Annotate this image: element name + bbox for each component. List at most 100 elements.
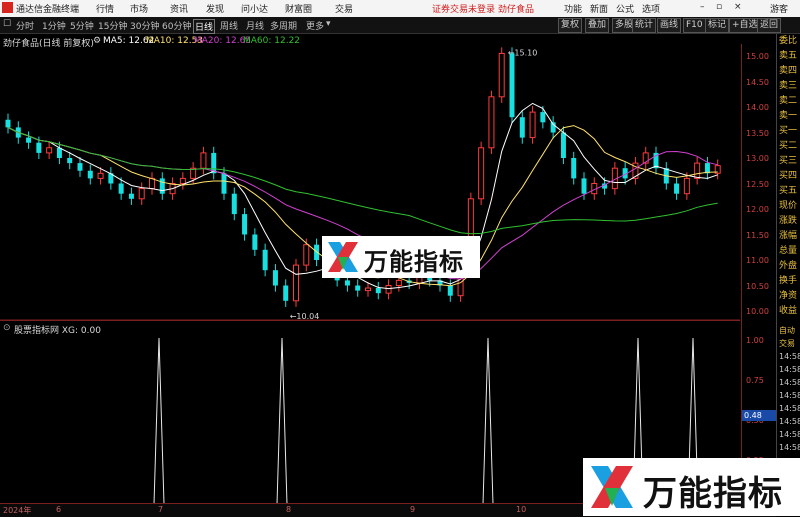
xg-signal-spike — [276, 337, 288, 504]
candle-body — [385, 285, 392, 294]
candle-body — [179, 177, 186, 184]
xg-signal-spike — [153, 337, 165, 504]
user-label[interactable]: 游客 — [770, 2, 788, 15]
price-axis-label: 12.00 — [746, 205, 769, 214]
date-label-9: 9 — [410, 505, 416, 514]
candle-body — [77, 163, 83, 171]
menu-wenxiaoda[interactable]: 问小达 — [241, 2, 268, 15]
candle-body — [694, 162, 701, 179]
lower-side-label: 14:58 — [779, 391, 800, 400]
candle-body — [395, 279, 402, 286]
period-monthly[interactable]: 月线 — [246, 19, 264, 32]
candle-body — [128, 193, 134, 199]
quote-field-label: 净资 — [779, 291, 798, 301]
high-price-annotation: ←15.10 — [508, 48, 538, 57]
date-label-year: 2024年 — [3, 506, 32, 515]
menu-xinmian[interactable]: 新面 — [590, 2, 608, 15]
candle-body — [67, 158, 73, 164]
candle-body — [488, 96, 495, 149]
candle-body — [149, 177, 155, 190]
price-axis-label: 10.00 — [746, 307, 769, 316]
period-60min[interactable]: 60分钟 — [162, 19, 191, 32]
quote-field-label: 买二 — [779, 141, 798, 151]
close-icon[interactable]: × — [734, 2, 742, 12]
quote-field-label: 涨幅 — [779, 231, 798, 241]
period-5min[interactable]: 5分钟 — [70, 19, 94, 32]
mark-button[interactable]: 标记 — [705, 18, 730, 33]
draw-line-button[interactable]: 画线 — [657, 18, 682, 33]
candle-body — [571, 158, 577, 179]
lower-side-label: 交易 — [779, 339, 795, 348]
date-label-7: 7 — [158, 505, 164, 514]
app-logo-icon — [2, 2, 13, 13]
lower-panel-icon[interactable]: ⊙ — [3, 323, 11, 333]
trade-login-notice[interactable]: 证券交易未登录 — [432, 2, 495, 15]
watermark-text: 万能指标 — [364, 248, 464, 276]
menu-caifuquan[interactable]: 财富圈 — [285, 2, 312, 15]
lower-side-label: 14:58 — [779, 417, 800, 426]
kline-chart[interactable]: ←15.10←10.04 — [0, 44, 740, 334]
menu-faxian[interactable]: 发现 — [206, 2, 224, 15]
menu-zixun[interactable]: 资讯 — [170, 2, 188, 15]
candle-body — [344, 280, 350, 286]
back-button[interactable]: 返回 — [757, 18, 782, 33]
candle-body — [303, 244, 310, 266]
restore-icon[interactable]: ▫ — [716, 2, 722, 12]
candle-body — [252, 234, 258, 250]
quote-field-label: 收益 — [779, 306, 798, 316]
candle-body — [56, 147, 62, 158]
price-axis-label: 10.50 — [746, 281, 769, 291]
minimize-icon[interactable]: – — [700, 2, 705, 12]
f10-button[interactable]: F10 — [683, 18, 706, 33]
menu-xuanxiang[interactable]: 选项 — [642, 2, 660, 15]
price-axis-label: 13.00 — [746, 154, 769, 163]
menu-jiaoyi[interactable]: 交易 — [335, 2, 353, 15]
candle-body — [26, 137, 32, 143]
topbar-stock-name: 劲仔食品 — [498, 5, 535, 15]
candle-body — [200, 152, 207, 169]
watermark-text-2: 万能指标 — [643, 474, 783, 514]
period-weekly[interactable]: 周线 — [220, 19, 238, 32]
add-watchlist-button[interactable]: +自选 — [729, 18, 761, 33]
period-15min[interactable]: 15分钟 — [98, 19, 127, 32]
fuquan-button[interactable]: 复权 — [558, 18, 583, 33]
candle-body — [478, 147, 485, 200]
price-axis-label: 14.00 — [746, 103, 769, 112]
lower-side-label: 14:58 — [779, 404, 800, 413]
menu-gongneng[interactable]: 功能 — [564, 2, 582, 15]
lower-side-label: 14:58 — [779, 352, 800, 361]
chevron-down-icon[interactable]: ▾ — [326, 19, 331, 29]
period-multi[interactable]: 多周期 — [270, 19, 297, 32]
candle-body — [375, 288, 381, 294]
period-daily[interactable]: 日线 — [193, 19, 216, 34]
candle-body — [242, 214, 248, 235]
period-1min[interactable]: 1分钟 — [42, 19, 66, 32]
period-30min[interactable]: 30分钟 — [130, 19, 159, 32]
menu-hangqing[interactable]: 行情 — [96, 2, 114, 15]
quote-side-panel: 委比 卖五 卖四 卖三 卖二 卖一 买一 买二 买三 买四 买五 现价 涨跌 涨幅 总量 外盘 换手 净资 收益 — [776, 34, 800, 324]
candle-body — [221, 173, 227, 194]
date-label-10: 10 — [516, 505, 527, 514]
quote-field-label: 卖五 — [779, 51, 798, 61]
candle-body — [529, 111, 536, 139]
lower-panel-header: ⊙ 股票指标网 XG: 0.00 — [0, 320, 740, 336]
watermark-center: 万能指标 — [322, 236, 480, 278]
candle-body — [293, 264, 299, 302]
menu-gongshi[interactable]: 公式 — [616, 2, 634, 15]
lower-side-label: 14:58 — [779, 365, 800, 374]
period-more[interactable]: 更多 — [306, 19, 324, 32]
candle-body — [519, 117, 525, 138]
quote-field-label: 买五 — [779, 186, 798, 196]
period-fenshi[interactable]: 分时 — [16, 19, 34, 32]
quote-field-label: 买三 — [779, 156, 798, 166]
stats-button[interactable]: 统计 — [632, 18, 657, 33]
lower-side-label: 14:58 — [779, 378, 800, 387]
menu-shichang[interactable]: 市场 — [130, 2, 148, 15]
price-axis-label: 11.50 — [746, 230, 769, 240]
candle-body — [272, 270, 278, 286]
period-toolbar: ☐ 分时 1分钟 5分钟 15分钟 30分钟 60分钟 日线 周线 月线 多周期… — [0, 17, 800, 34]
toolbar-checkbox-icon[interactable]: ☐ — [3, 19, 11, 29]
candle-body — [509, 53, 515, 118]
overlay-button[interactable]: 叠加 — [585, 18, 610, 33]
candle-body — [498, 52, 505, 98]
